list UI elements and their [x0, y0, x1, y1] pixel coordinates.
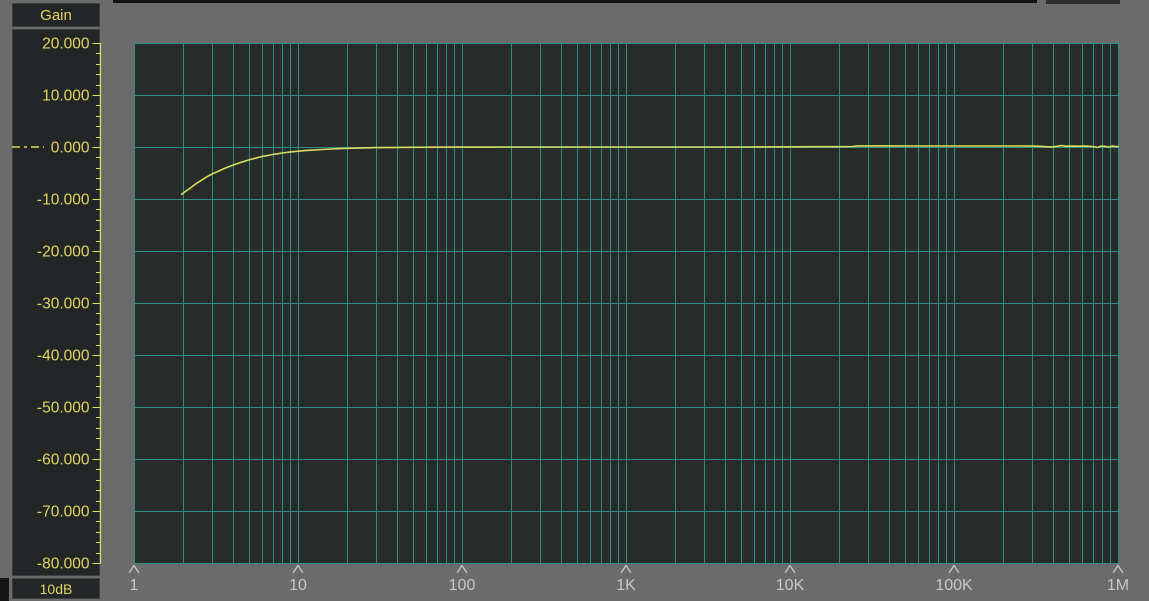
- x-tick-caret-icon: [949, 566, 959, 574]
- bottom-left-corner-block: [0, 578, 9, 601]
- db-per-division-box[interactable]: 10dB: [12, 578, 100, 599]
- window-edge-bar-gray: [1046, 0, 1120, 4]
- plot-area: [134, 43, 1118, 563]
- x-axis-label: 1K: [616, 577, 636, 594]
- x-axis-label: 100K: [935, 577, 973, 594]
- x-axis-label: 10: [289, 577, 307, 594]
- window-edge-bar-dark: [113, 0, 1037, 3]
- x-axis-label: 1: [130, 577, 139, 594]
- x-axis: 1 10 100 1K 10K 100K 1M: [129, 566, 1129, 595]
- x-tick-caret-icon: [1113, 566, 1123, 574]
- db-per-division-label: 10dB: [40, 581, 73, 597]
- gain-panel-header[interactable]: Gain: [12, 3, 100, 27]
- grid-lines: [134, 43, 1119, 564]
- gain-panel-title: Gain: [40, 7, 72, 24]
- gain-trace: [182, 146, 1118, 195]
- x-tick-caret-icon: [785, 566, 795, 574]
- x-tick-caret-icon: [621, 566, 631, 574]
- x-axis-label: 10K: [776, 577, 805, 594]
- x-tick-caret-icon: [293, 566, 303, 574]
- x-tick-caret-icon: [129, 566, 139, 574]
- gain-chart: 20.00010.0000.000-10.000-20.000-30.000-4…: [0, 0, 1149, 601]
- y-axis-panel: [12, 29, 100, 576]
- x-axis-label: 100: [449, 577, 476, 594]
- x-axis-label: 1M: [1107, 577, 1129, 594]
- x-tick-caret-icon: [457, 566, 467, 574]
